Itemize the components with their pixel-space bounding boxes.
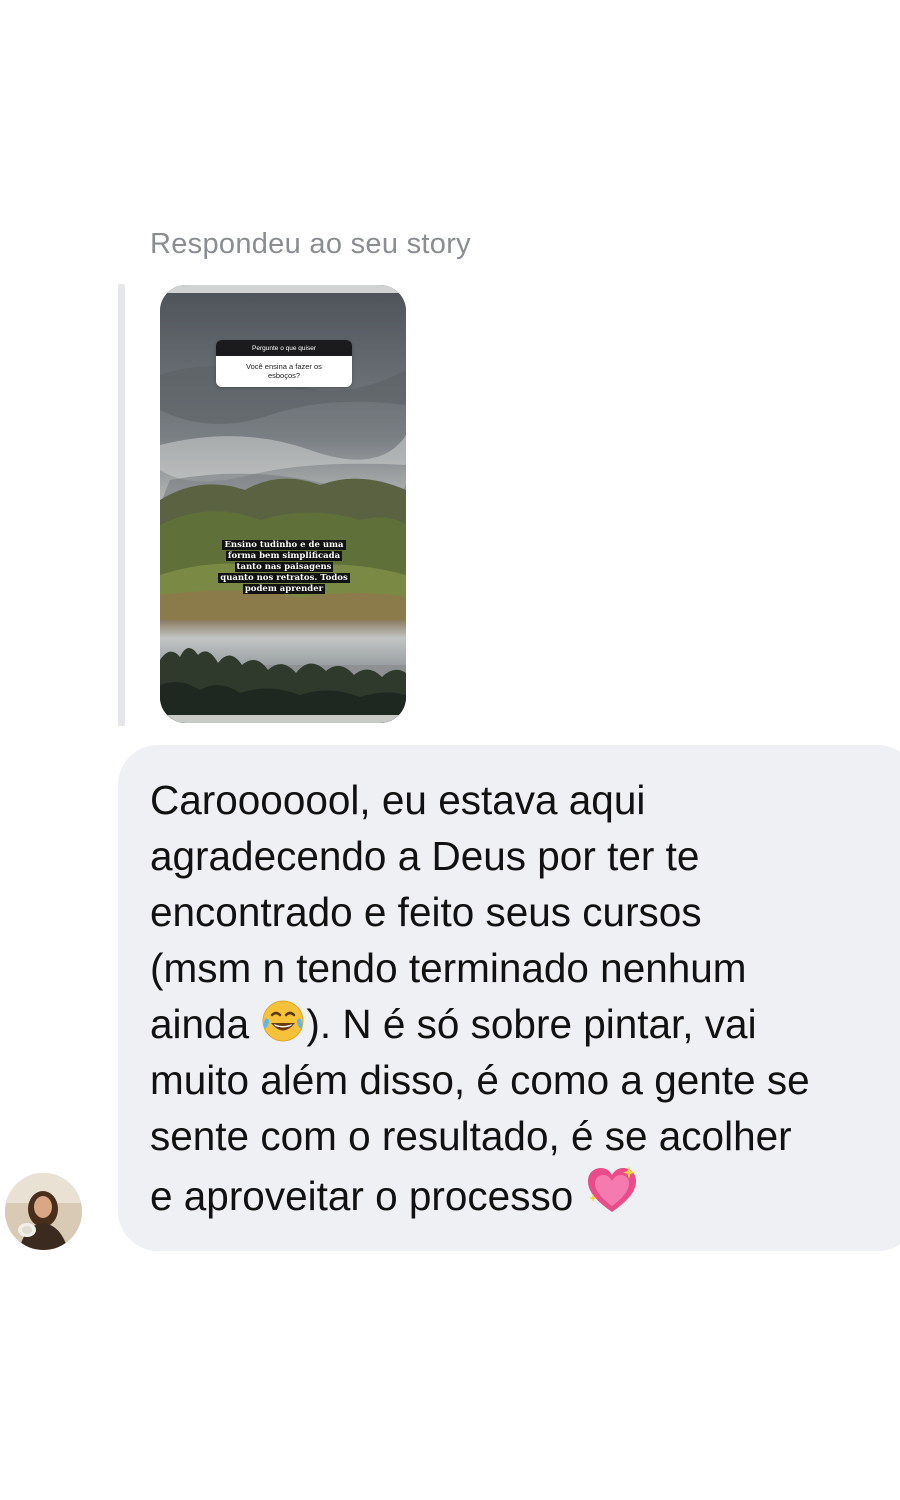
message-line: encontrado e feito seus cursos	[150, 889, 702, 935]
question-sticker-text: Você ensina a fazer os esboços?	[216, 356, 352, 387]
reply-context-label: Respondeu ao seu story	[150, 228, 471, 260]
message-line: e aproveitar o processo	[150, 1173, 585, 1219]
message-line: muito além disso, é como a gente se	[150, 1057, 810, 1103]
story-answer-caption: Ensino tudinho e de uma forma bem simpli…	[215, 540, 353, 595]
message-line: Carooooool, eu estava aqui	[150, 777, 646, 823]
sparkling-heart-icon	[585, 1164, 639, 1216]
message-line: (msm n tendo terminado nenhum	[150, 945, 747, 991]
message-line: ). N é só sobre pintar, vai	[306, 1001, 757, 1047]
message-line: ainda	[150, 1001, 261, 1047]
message-line: agradecendo a Deus por ter te	[150, 833, 700, 879]
answer-line: Ensino tudinho e de uma	[222, 540, 346, 550]
answer-line: quanto nos retratos. Todos	[218, 573, 350, 583]
message-line: sente com o resultado, é se acolher	[150, 1113, 792, 1159]
question-sticker: Pergunte o que quiser Você ensina a faze…	[216, 340, 352, 387]
avatar-photo	[5, 1173, 82, 1250]
reply-quote-rail	[118, 284, 125, 726]
face-with-tears-of-joy-icon	[260, 998, 306, 1044]
question-sticker-header: Pergunte o que quiser	[216, 340, 352, 356]
answer-line: podem aprender	[242, 584, 326, 594]
sender-avatar[interactable]	[5, 1173, 82, 1250]
story-thumbnail[interactable]: Pergunte o que quiser Você ensina a faze…	[160, 285, 406, 723]
answer-line: forma bem simplificada	[225, 551, 343, 561]
answer-line: tanto nas paisagens	[234, 562, 334, 572]
message-text: Carooooool, eu estava aqui agradecendo a…	[150, 772, 900, 1224]
